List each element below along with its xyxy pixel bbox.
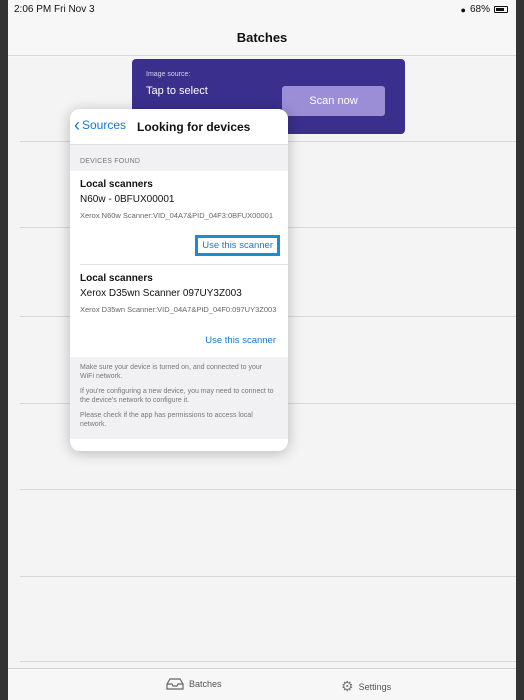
gear-icon: ⚙ — [341, 678, 354, 694]
use-scanner-button[interactable]: Use this scanner — [201, 332, 280, 349]
scan-now-button[interactable]: Scan now — [282, 86, 385, 116]
device-detail: Xerox D35wn Scanner:VID_04A7&PID_04F0:09… — [80, 305, 277, 314]
device-item: Local scanners Xerox D35wn Scanner 097UY… — [70, 265, 288, 357]
battery-icon — [494, 6, 508, 13]
device-name: Xerox D35wn Scanner 097UY3Z003 — [80, 288, 242, 299]
status-right: ● 68% — [461, 4, 508, 15]
tab-bar: Batches ⚙ Settings — [8, 668, 516, 700]
inbox-tray-icon — [166, 678, 184, 690]
ipad-screen: 2:06 PM Fri Nov 3 ● 68% Batches Image so… — [0, 0, 524, 700]
help-note: Please check if the app has permissions … — [80, 412, 253, 428]
row-divider — [20, 489, 516, 490]
nav-bar: Batches — [8, 20, 516, 56]
device-item: Local scanners N60w - 0BFUX00001 Xerox N… — [70, 171, 288, 264]
row-divider — [20, 661, 516, 662]
battery-percent: 68% — [469, 4, 490, 15]
device-detail: Xerox N60w Scanner:VID_04A7&PID_04F3:0BF… — [80, 211, 274, 220]
use-scanner-button[interactable]: Use this scanner — [195, 235, 280, 256]
back-button[interactable]: ‹ Sources — [74, 115, 127, 135]
status-bar: 2:06 PM Fri Nov 3 ● 68% — [8, 0, 516, 20]
device-name: N60w - 0BFUX00001 — [80, 194, 175, 205]
help-note: If you're configuring a new device, you … — [80, 388, 274, 404]
section-header: DEVICES FOUND — [70, 145, 288, 171]
device-popover: ‹ Sources Looking for devices DEVICES FO… — [70, 109, 288, 451]
popover-title: Looking for devices — [137, 120, 251, 134]
popover-header: ‹ Sources Looking for devices — [70, 109, 288, 145]
image-source-label: Image source: — [146, 71, 191, 78]
wifi-icon: ● — [460, 4, 466, 15]
chevron-left-icon: ‹ — [74, 115, 80, 135]
tab-batches-label: Batches — [189, 679, 222, 689]
row-divider — [20, 576, 516, 577]
status-time: 2:06 PM Fri Nov 3 — [14, 4, 95, 15]
help-note: Make sure your device is turned on, and … — [80, 364, 263, 380]
tab-batches[interactable]: Batches — [166, 678, 222, 690]
tab-settings-label: Settings — [358, 681, 392, 692]
image-source-select[interactable]: Tap to select — [146, 85, 208, 97]
device-category: Local scanners — [80, 179, 153, 190]
page-title: Batches — [236, 30, 288, 45]
tab-settings[interactable]: ⚙ Settings — [341, 678, 391, 695]
batches-list: Image source: Tap to select Scan now ‹ S… — [8, 57, 516, 668]
back-label: Sources — [82, 118, 127, 132]
help-notes: Make sure your device is turned on, and … — [70, 357, 288, 439]
device-category: Local scanners — [80, 273, 153, 284]
